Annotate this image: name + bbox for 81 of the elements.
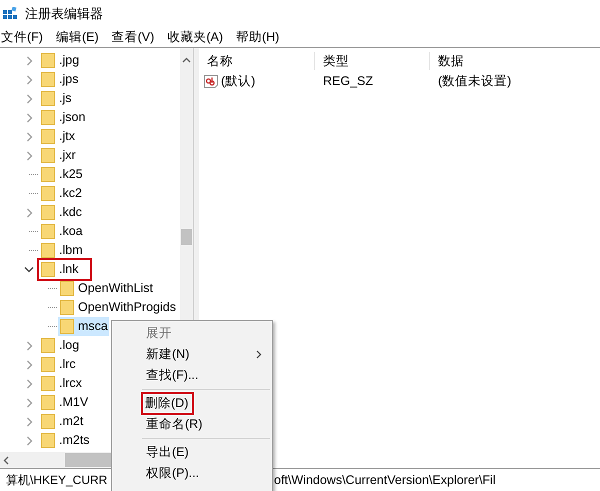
expand-chevron-icon[interactable] [26, 398, 33, 408]
folder-icon [41, 110, 55, 125]
tree-item[interactable]: .json [39, 108, 86, 127]
tree-item[interactable]: .jtx [39, 127, 76, 146]
folder-icon [41, 224, 55, 239]
folder-icon [41, 243, 55, 258]
tree-item[interactable]: msca [58, 317, 109, 336]
tree-item[interactable]: .m2ts [39, 431, 91, 450]
tree-item[interactable]: .log [39, 336, 80, 355]
expand-chevron-icon[interactable] [26, 112, 33, 122]
tree-item[interactable]: .lrc [39, 355, 77, 374]
expand-chevron-icon[interactable] [26, 416, 33, 426]
expand-chevron-icon[interactable] [26, 132, 33, 142]
context-menu-item[interactable]: 导出(E) [112, 442, 272, 463]
scrollbar-thumb[interactable] [181, 229, 192, 245]
folder-icon [41, 53, 55, 68]
context-menu-item[interactable]: 查找(F)... [112, 365, 272, 386]
expand-chevron-icon[interactable] [26, 94, 33, 104]
menu-bar-item[interactable]: 编辑(E) [54, 27, 111, 47]
menu-bar-item[interactable]: 收藏夹(A) [166, 27, 235, 47]
tree-item[interactable]: .jps [39, 70, 80, 89]
table-cell-text: REG_SZ [323, 72, 374, 90]
context-menu-item[interactable]: 新建(N) [112, 344, 272, 365]
folder-icon [41, 129, 55, 144]
folder-icon [60, 300, 74, 315]
column-header[interactable]: 类型 [323, 52, 349, 70]
table-cell-text: (默认) [221, 72, 256, 90]
tree-item[interactable]: .lnk [39, 260, 90, 279]
folder-icon [41, 357, 55, 372]
scroll-up-icon[interactable] [182, 57, 191, 63]
scroll-left-icon[interactable] [3, 456, 9, 465]
menu-bar-item[interactable]: 查看(V) [110, 27, 166, 47]
window-title: 注册表编辑器 [25, 4, 103, 23]
status-path: oft\Windows\CurrentVersion\Explorer\Fil [274, 472, 496, 487]
folder-icon [41, 433, 55, 448]
tree-item[interactable]: .m2t [39, 412, 84, 431]
folder-icon [41, 376, 55, 391]
table-cell-text: (数值未设置) [438, 72, 512, 90]
collapse-chevron-icon[interactable] [24, 266, 34, 273]
string-value-icon [204, 74, 218, 88]
tree-item[interactable]: .js [39, 89, 72, 108]
column-header[interactable]: 名称 [207, 52, 233, 70]
folder-icon [41, 167, 55, 182]
folder-icon [60, 319, 74, 334]
folder-icon [41, 395, 55, 410]
tree-item[interactable]: .kdc [39, 203, 83, 222]
folder-icon [41, 148, 55, 163]
context-menu-item[interactable]: 重命名(R) [112, 414, 272, 435]
expand-chevron-icon[interactable] [26, 74, 33, 84]
tree-item[interactable]: OpenWithList [58, 279, 154, 298]
tree-item[interactable]: .lbm [39, 241, 84, 260]
expand-chevron-icon[interactable] [26, 378, 33, 388]
tree-item[interactable]: .jpg [39, 51, 80, 70]
expand-chevron-icon[interactable] [26, 56, 33, 66]
menu-bar-item[interactable]: 文件(F) [0, 27, 55, 47]
tree-item[interactable]: .jxr [39, 146, 77, 165]
expand-chevron-icon[interactable] [26, 340, 33, 350]
tree-item[interactable]: OpenWithProgids [58, 298, 177, 317]
folder-icon [41, 414, 55, 429]
folder-icon [41, 91, 55, 106]
registry-app-icon [3, 6, 17, 20]
tree-item[interactable]: .k25 [39, 165, 84, 184]
folder-icon [41, 72, 55, 87]
tree-item[interactable]: .lrcx [39, 374, 83, 393]
context-menu-item[interactable]: 权限(P)... [112, 463, 272, 484]
menu-bar-item[interactable]: 帮助(H) [234, 27, 292, 47]
column-header[interactable]: 数据 [438, 52, 464, 70]
folder-icon [41, 262, 55, 277]
folder-icon [41, 205, 55, 220]
status-path: 算机\HKEY_CURR [6, 473, 108, 487]
tree-item[interactable]: .M1V [39, 393, 90, 412]
tree-item[interactable]: .kc2 [39, 184, 83, 203]
context-menu-item[interactable]: 删除(D) [112, 393, 272, 414]
expand-chevron-icon[interactable] [26, 208, 33, 218]
expand-chevron-icon[interactable] [26, 436, 33, 446]
folder-icon [60, 281, 74, 296]
expand-chevron-icon[interactable] [26, 150, 33, 160]
folder-icon [41, 186, 55, 201]
expand-chevron-icon[interactable] [26, 360, 33, 370]
folder-icon [41, 338, 55, 353]
tree-item[interactable]: .koa [39, 222, 84, 241]
